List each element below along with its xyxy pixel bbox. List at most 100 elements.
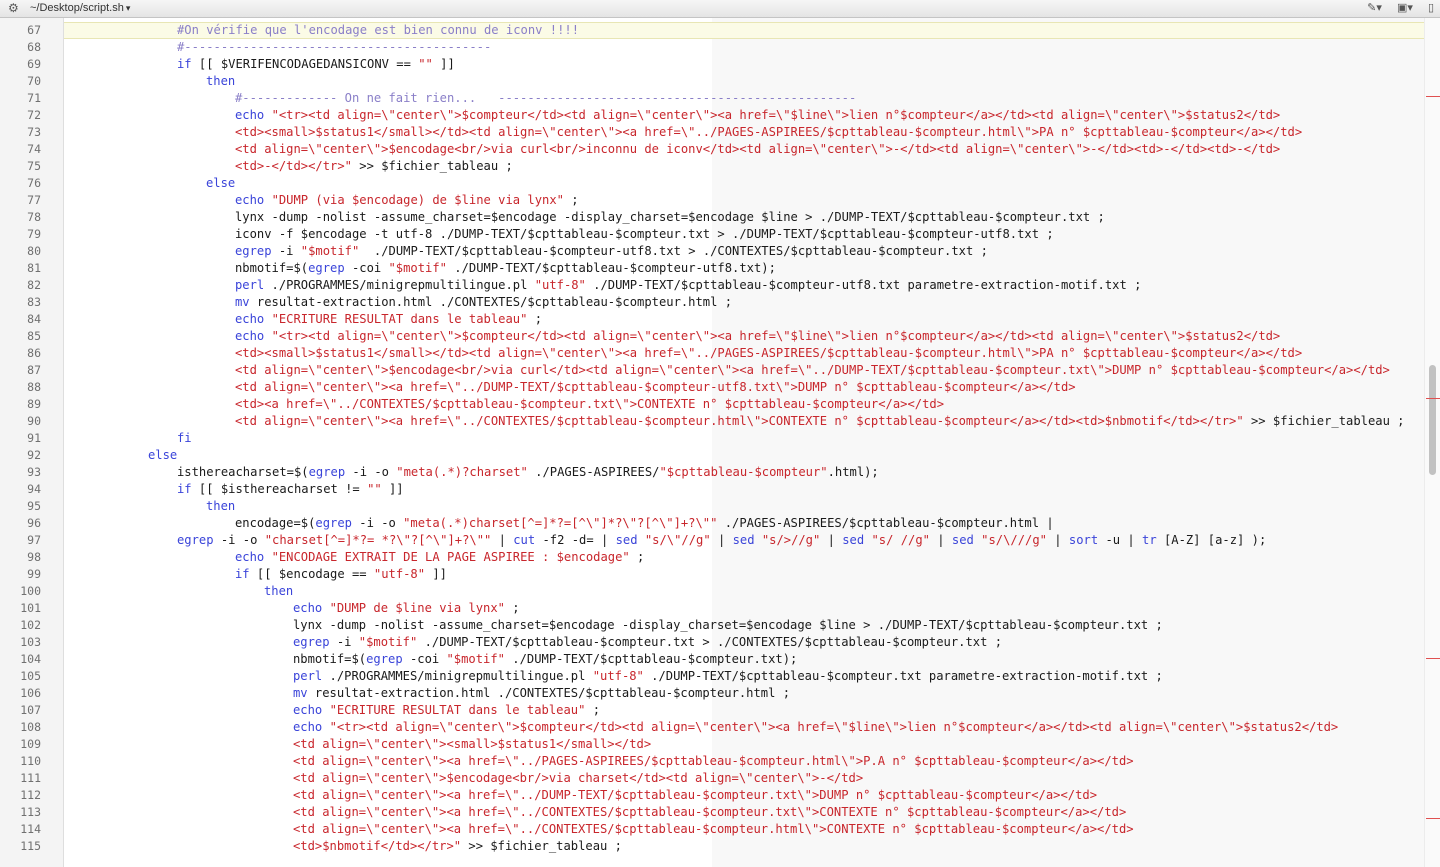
code-line[interactable]: 69 if [[ $VERIFENCODAGEDANSICONV == "" ]]: [0, 56, 1440, 73]
line-number: 101: [20, 601, 41, 615]
code-text: mv resultat-extraction.html ./CONTEXTES/…: [293, 685, 790, 702]
code-text: fi: [177, 430, 192, 447]
code-token: <td align=\"center\"><a href=\"../PAGES-…: [293, 754, 1134, 768]
code-text: echo "<tr><td align=\"center\">$compteur…: [235, 107, 1280, 124]
line-number: 75: [27, 159, 41, 173]
code-line[interactable]: 104 nbmotif=$(egrep -coi "$motif" ./DUMP-…: [0, 651, 1440, 668]
line-number: 76: [27, 176, 41, 190]
file-path-dropdown[interactable]: ~/Desktop/script.sh ▾: [30, 0, 130, 16]
code-line[interactable]: 67 #On vérifie que l'encodage est bien co…: [0, 22, 1440, 39]
code-line[interactable]: 100 then: [0, 583, 1440, 600]
code-line[interactable]: 115 <td>$nbmotif</td></tr>" >> $fichier_t…: [0, 838, 1440, 855]
code-token: ;: [585, 703, 601, 717]
code-line[interactable]: 90 <td align=\"center\"><a href=\"../CONT…: [0, 413, 1440, 430]
code-line[interactable]: 105 perl ./PROGRAMMES/minigrepmultilingue…: [0, 668, 1440, 685]
code-token: if: [177, 482, 192, 496]
line-number: 111: [20, 771, 41, 785]
window-layout-icon[interactable]: ▣▾: [1397, 2, 1413, 14]
code-line[interactable]: 70 then: [0, 73, 1440, 90]
code-token: ./PAGES-ASPIREES/: [527, 465, 660, 479]
document-icon[interactable]: ▯: [1428, 2, 1434, 14]
code-token: sed: [842, 533, 865, 547]
line-number: 110: [20, 754, 41, 768]
code-line[interactable]: 110 <td align=\"center\"><a href=\"../PAG…: [0, 753, 1440, 770]
code-line[interactable]: 114 <td align=\"center\"><a href=\"../CON…: [0, 821, 1440, 838]
code-line[interactable]: 75 <td>-</td></tr>" >> $fichier_tableau ;: [0, 158, 1440, 175]
code-line[interactable]: 74 <td align=\"center\">$encodage<br/>via…: [0, 141, 1440, 158]
code-token: "DUMP (via $encodage) de $line via lynx": [271, 193, 564, 207]
code-token: #---------------------------------------…: [177, 40, 492, 54]
code-line[interactable]: 96 encodage=$(egrep -i -o "meta(.*)charse…: [0, 515, 1440, 532]
code-token: "$cpttableau-$compteur": [659, 465, 828, 479]
code-line[interactable]: 92 else: [0, 447, 1440, 464]
code-text: echo "DUMP (via $encodage) de $line via …: [235, 192, 579, 209]
code-line[interactable]: 109 <td align=\"center\"><small>$status1<…: [0, 736, 1440, 753]
code-token: "utf-8": [592, 669, 644, 683]
code-text: <td><small>$status1</small></td><td alig…: [235, 124, 1302, 141]
code-line[interactable]: 99 if [[ $encodage == "utf-8" ]]: [0, 566, 1440, 583]
code-line[interactable]: 91 fi: [0, 430, 1440, 447]
code-line[interactable]: 82 perl ./PROGRAMMES/minigrepmultilingue.…: [0, 277, 1440, 294]
code-line[interactable]: 68 #-------------------------------------…: [0, 39, 1440, 56]
file-path-bar: ⚙ ~/Desktop/script.sh ▾ ✎▾ ▣▾ ▯: [0, 0, 1440, 18]
code-line[interactable]: 111 <td align=\"center\">$encodage<br/>vi…: [0, 770, 1440, 787]
line-number: 71: [27, 91, 41, 105]
code-token: -i -o: [345, 465, 397, 479]
code-token: sed: [951, 533, 974, 547]
code-line[interactable]: 112 <td align=\"center\"><a href=\"../DUM…: [0, 787, 1440, 804]
code-token: nbmotif=$(: [293, 652, 367, 666]
code-token: -coi: [402, 652, 447, 666]
pencil-icon[interactable]: ✎▾: [1367, 2, 1382, 14]
code-line[interactable]: 88 <td align=\"center\"><a href=\"../DUMP…: [0, 379, 1440, 396]
code-line[interactable]: 85 echo "<tr><td align=\"center\">$compte…: [0, 328, 1440, 345]
code-token: fi: [177, 431, 192, 445]
code-line[interactable]: 89 <td><a href=\"../CONTEXTES/$cpttableau…: [0, 396, 1440, 413]
code-token: else: [148, 448, 178, 462]
code-token: ./DUMP-TEXT/$cpttableau-$compteur-utf8.t…: [446, 261, 776, 275]
code-line[interactable]: 81 nbmotif=$(egrep -coi "$motif" ./DUMP-T…: [0, 260, 1440, 277]
code-token: nbmotif=$(: [235, 261, 309, 275]
code-line[interactable]: 79 iconv -f $encodage -t utf-8 ./DUMP-TEX…: [0, 226, 1440, 243]
line-number: 81: [27, 261, 41, 275]
code-token: >> $fichier_tableau ;: [461, 839, 622, 853]
code-line[interactable]: 93 isthereacharset=$(egrep -i -o "meta(.*…: [0, 464, 1440, 481]
code-line[interactable]: 108 echo "<tr><td align=\"center\">$compt…: [0, 719, 1440, 736]
code-token: "$motif": [388, 261, 447, 275]
code-text: #------------- On ne fait rien... ------…: [235, 90, 856, 107]
code-line[interactable]: 98 echo "ENCODAGE EXTRAIT DE LA PAGE ASPI…: [0, 549, 1440, 566]
code-line[interactable]: 103 egrep -i "$motif" ./DUMP-TEXT/$cpttab…: [0, 634, 1440, 651]
code-token: -f2 -d= |: [535, 533, 616, 547]
code-token: sed: [732, 533, 755, 547]
code-line[interactable]: 73 <td><small>$status1</small></td><td al…: [0, 124, 1440, 141]
code-line[interactable]: 94 if [[ $isthereacharset != "" ]]: [0, 481, 1440, 498]
code-token: "<tr><td align=\"center\">$compteur</td>…: [271, 108, 1281, 122]
code-line[interactable]: 107 echo "ECRITURE RESULTAT dans le table…: [0, 702, 1440, 719]
code-token: echo: [235, 329, 265, 343]
code-line[interactable]: 76 else: [0, 175, 1440, 192]
code-line[interactable]: 71 #------------- On ne fait rien... ----…: [0, 90, 1440, 107]
code-line[interactable]: 113 <td align=\"center\"><a href=\"../CON…: [0, 804, 1440, 821]
line-number: 97: [27, 533, 41, 547]
line-number: 86: [27, 346, 41, 360]
code-line[interactable]: 72 echo "<tr><td align=\"center\">$compte…: [0, 107, 1440, 124]
code-line[interactable]: 95 then: [0, 498, 1440, 515]
gear-icon[interactable]: ⚙: [8, 0, 19, 16]
code-line[interactable]: 86 <td><small>$status1</small></td><td al…: [0, 345, 1440, 362]
code-line[interactable]: 80 egrep -i "$motif" ./DUMP-TEXT/$cpttabl…: [0, 243, 1440, 260]
code-text: <td align=\"center\">$encodage<br/>via c…: [235, 362, 1390, 379]
line-number: 92: [27, 448, 41, 462]
code-line[interactable]: 77 echo "DUMP (via $encodage) de $line vi…: [0, 192, 1440, 209]
code-token: "ECRITURE RESULTAT dans le tableau": [271, 312, 528, 326]
code-line[interactable]: 87 <td align=\"center\">$encodage<br/>via…: [0, 362, 1440, 379]
code-line[interactable]: 102 lynx -dump -nolist -assume_charset=$e…: [0, 617, 1440, 634]
code-line[interactable]: 97 egrep -i -o "charset[^=]*?= *?\"?[^\"]…: [0, 532, 1440, 549]
code-line[interactable]: 84 echo "ECRITURE RESULTAT dans le tablea…: [0, 311, 1440, 328]
code-line[interactable]: 78 lynx -dump -nolist -assume_charset=$en…: [0, 209, 1440, 226]
code-line[interactable]: 101 echo "DUMP de $line via lynx" ;: [0, 600, 1440, 617]
code-line[interactable]: 106 mv resultat-extraction.html ./CONTEXT…: [0, 685, 1440, 702]
line-number: 68: [27, 40, 41, 54]
code-token: ;: [505, 601, 520, 615]
code-line[interactable]: 83 mv resultat-extraction.html ./CONTEXTE…: [0, 294, 1440, 311]
code-text: mv resultat-extraction.html ./CONTEXTES/…: [235, 294, 732, 311]
